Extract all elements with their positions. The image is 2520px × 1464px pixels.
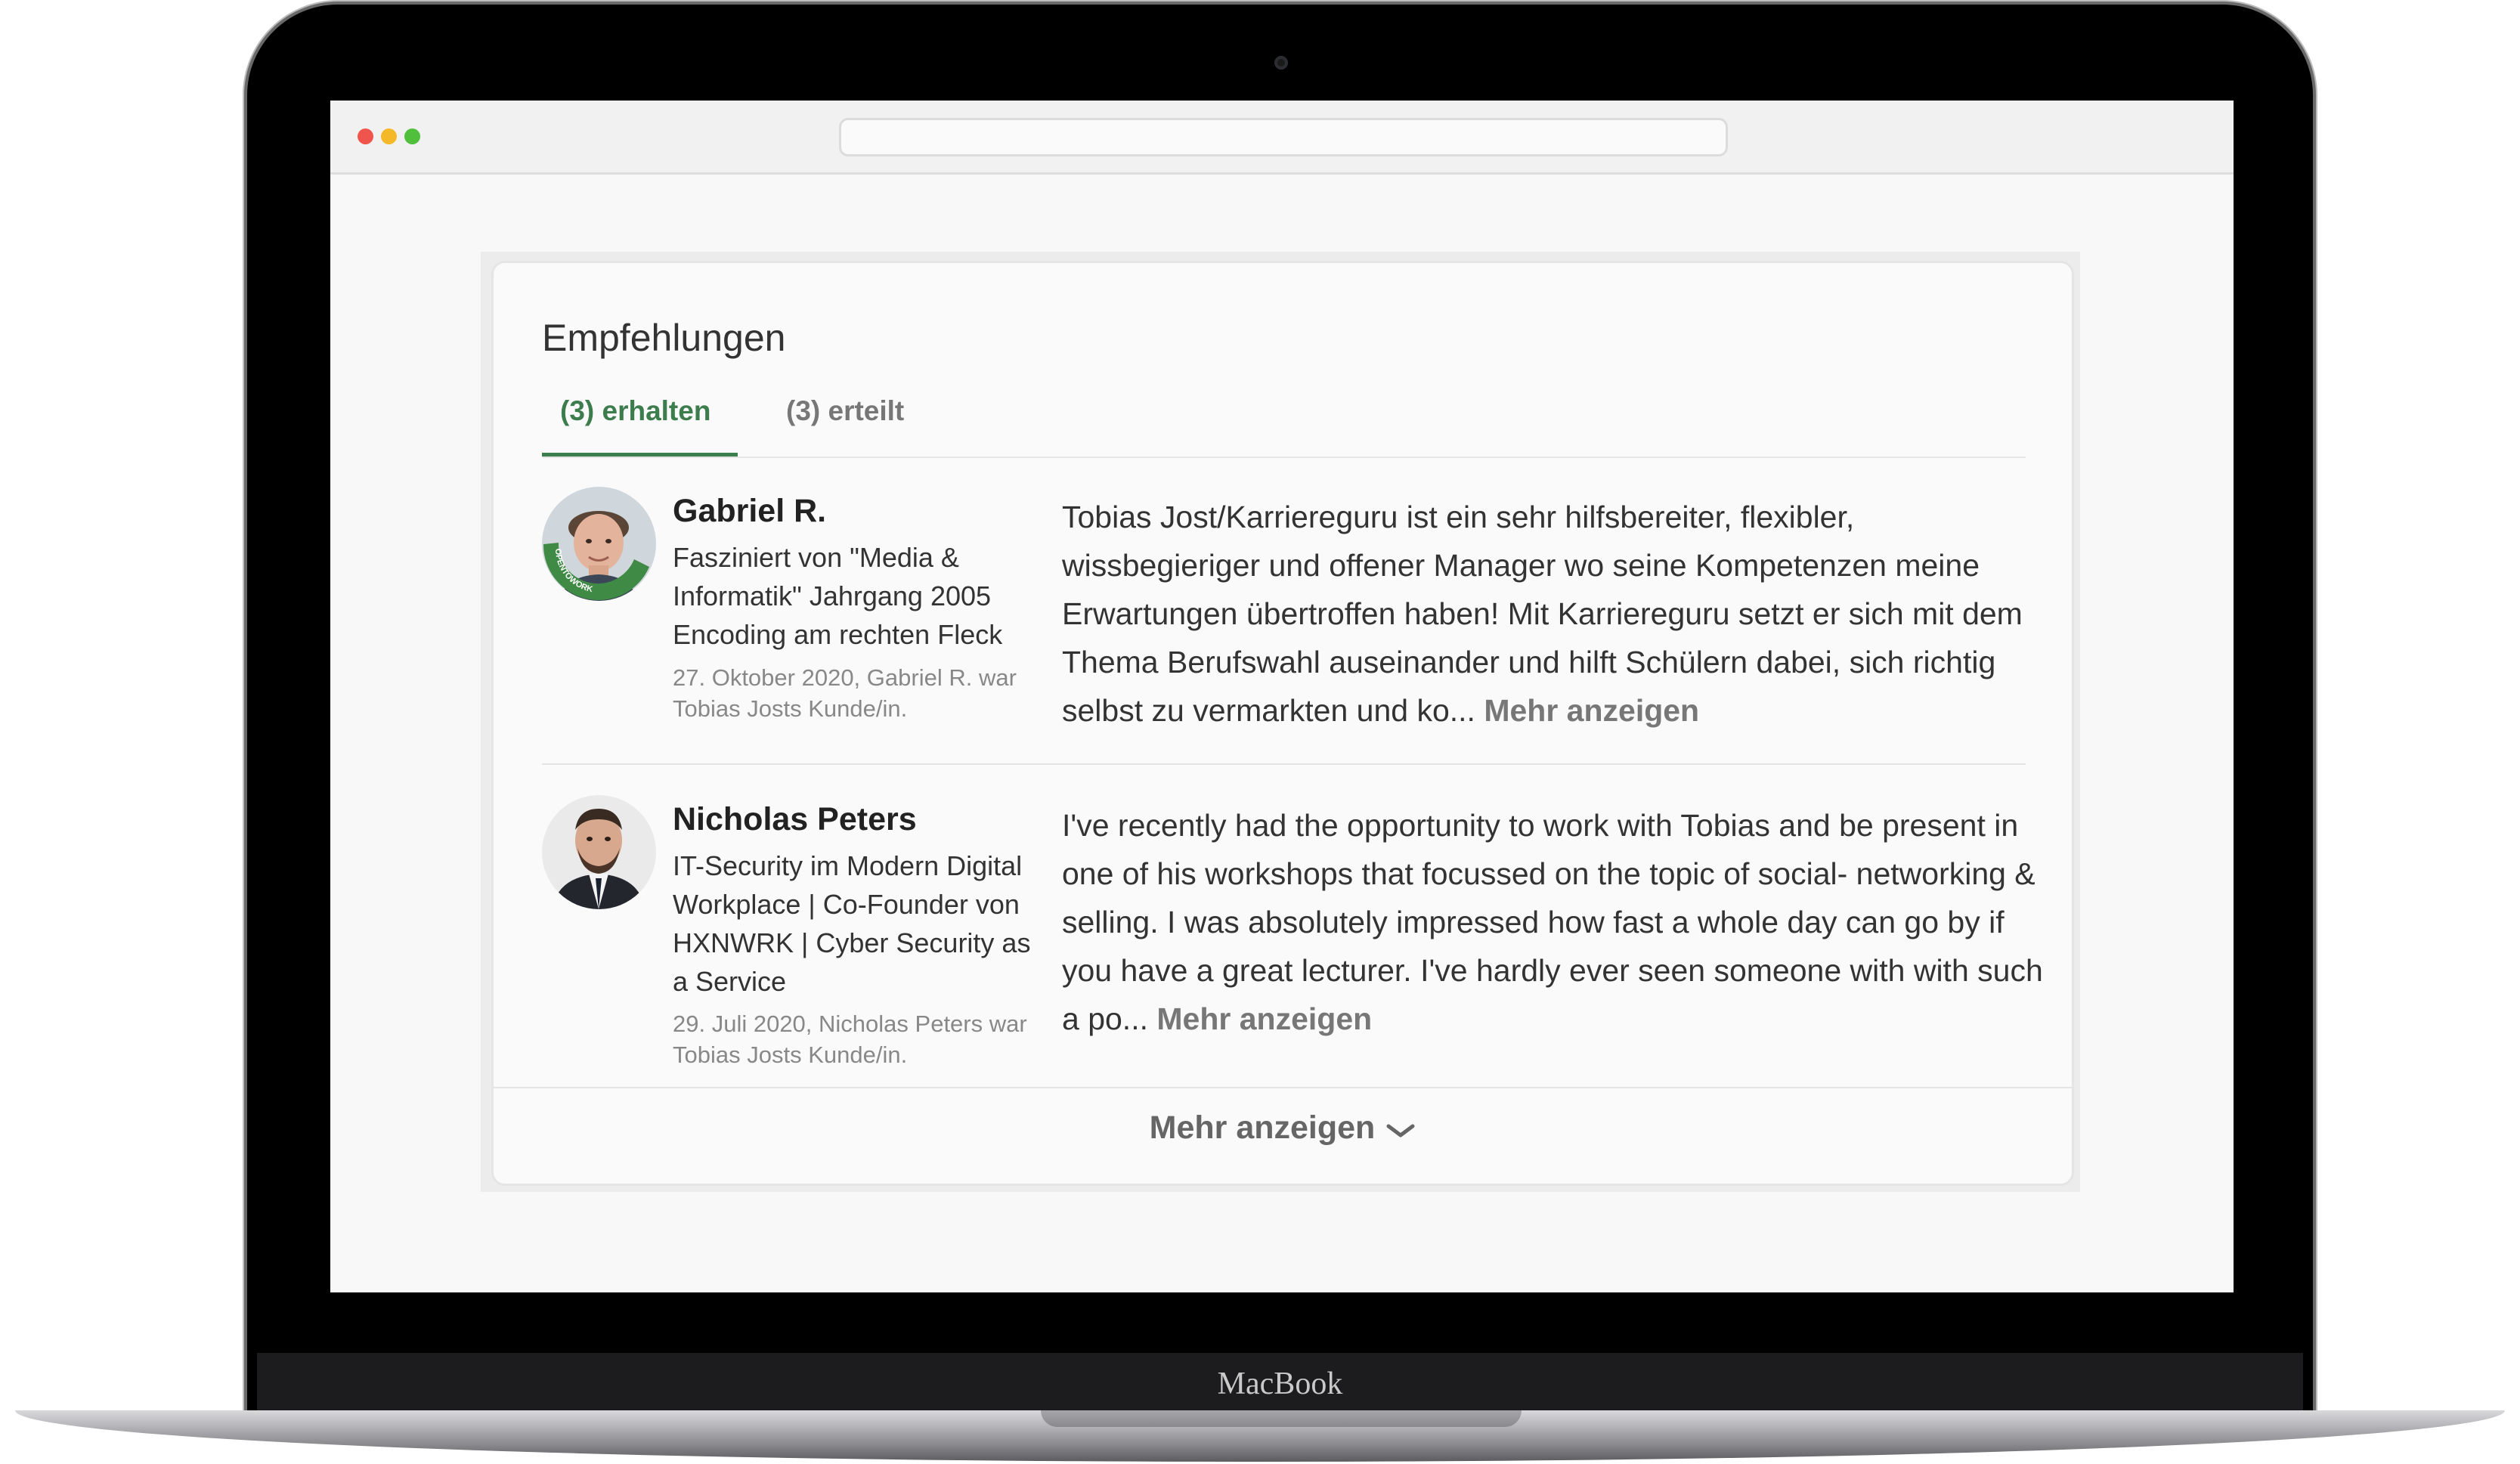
chevron-down-icon bbox=[1385, 1111, 1416, 1148]
show-more-link[interactable]: Mehr anzeigen bbox=[1156, 1001, 1372, 1036]
browser-titlebar bbox=[330, 101, 2234, 175]
avatar[interactable]: OPENTOWORK bbox=[542, 487, 656, 601]
close-window-button[interactable] bbox=[358, 128, 373, 144]
tab-given[interactable]: (3) erteilt bbox=[786, 395, 904, 427]
avatar[interactable] bbox=[542, 795, 656, 909]
laptop-opening-notch bbox=[1041, 1410, 1522, 1427]
show-more-link[interactable]: Mehr anzeigen bbox=[1484, 693, 1699, 728]
tabs-divider bbox=[542, 457, 2026, 458]
recommender-headline: IT-Security im Modern Digital Workplace … bbox=[673, 850, 1031, 997]
recommendation-text: I've recently had the opportunity to wor… bbox=[1062, 801, 2045, 1043]
macbook-label: MacBook bbox=[1217, 1367, 1343, 1401]
screen: Empfehlungen (3) erhalten (3) erteilt OP… bbox=[330, 101, 2234, 1292]
show-more-button[interactable]: Mehr anzeigen bbox=[494, 1110, 2072, 1148]
person-photo-icon: OPENTOWORK bbox=[542, 487, 656, 601]
section-title: Empfehlungen bbox=[542, 317, 786, 359]
maximize-window-button[interactable] bbox=[404, 128, 420, 144]
tab-received[interactable]: (3) erhalten bbox=[560, 395, 710, 427]
url-bar[interactable] bbox=[839, 118, 1728, 156]
recommender-name[interactable]: Nicholas Peters bbox=[673, 801, 917, 838]
minimize-window-button[interactable] bbox=[381, 128, 397, 144]
person-photo-icon bbox=[542, 795, 656, 909]
recommendation-divider bbox=[542, 763, 2026, 765]
recommendation-meta: 27. Oktober 2020, Gabriel R. war Tobias … bbox=[673, 664, 1017, 722]
show-more-label: Mehr anzeigen bbox=[1149, 1110, 1376, 1146]
recommender-headline: Fasziniert von "Media & Informatik" Jahr… bbox=[673, 542, 1003, 650]
recommendation-text: Tobias Jost/Karriereguru ist ein sehr hi… bbox=[1062, 493, 2045, 735]
recommender-name[interactable]: Gabriel R. bbox=[673, 493, 826, 530]
recommendations-card: Empfehlungen (3) erhalten (3) erteilt OP… bbox=[491, 261, 2074, 1186]
recommendation-meta: 29. Juli 2020, Nicholas Peters war Tobia… bbox=[673, 1011, 1027, 1068]
macbook-mockup: Empfehlungen (3) erhalten (3) erteilt OP… bbox=[0, 0, 2520, 1464]
camera-dot bbox=[1274, 56, 1288, 70]
footer-divider bbox=[494, 1087, 2072, 1088]
